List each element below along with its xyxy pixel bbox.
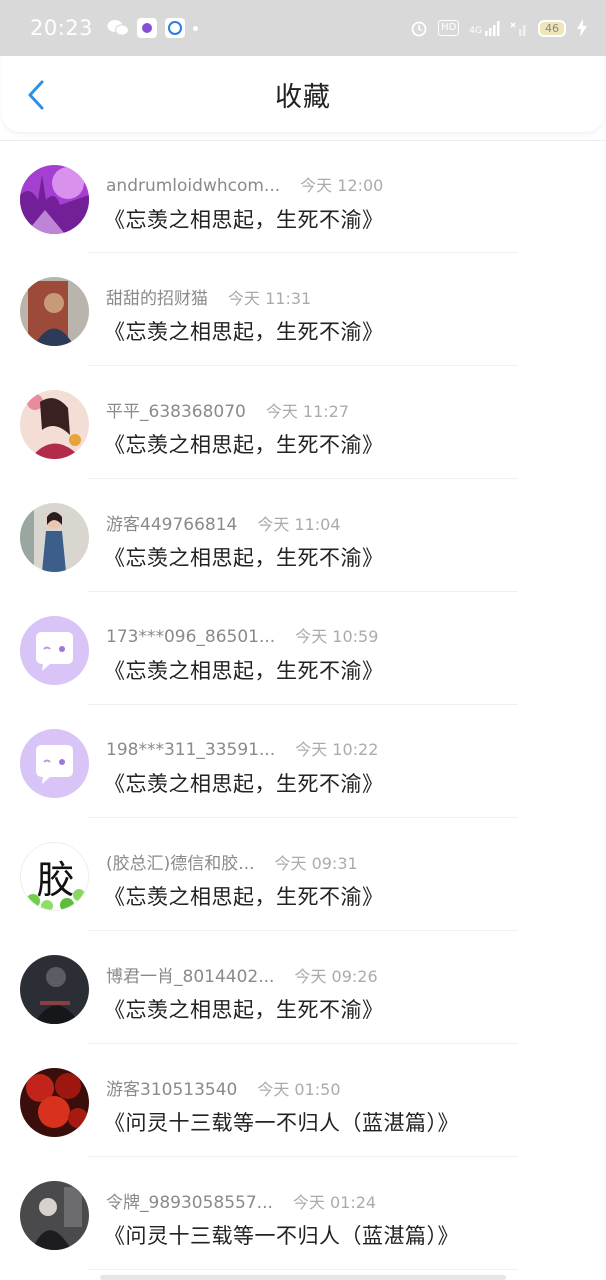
story-title[interactable]: 《问灵十三载等一不归人（蓝湛篇）》 [104,1220,459,1250]
list-item[interactable]: 198***311_33591... 今天 10:22 《忘羡之相思起，生死不渝》 [0,705,606,818]
username: 平平_638368070 [106,402,246,422]
app-notification-icon [137,18,158,38]
avatar-character: 胶 [36,858,75,902]
username: andrumloidwhcom... [106,176,281,196]
chevron-left-icon [28,80,44,110]
story-title[interactable]: 《忘羡之相思起，生死不渝》 [104,768,384,798]
story-title[interactable]: 《忘羡之相思起，生死不渝》 [104,204,384,234]
header: 收藏 [2,56,604,132]
notification-icons [107,18,199,38]
favorites-list: andrumloidwhcom... 今天 12:00 《忘羡之相思起，生死不渝》… [0,140,606,1270]
default-chat-bubble-avatar-icon [20,729,89,798]
timestamp: 今天 11:27 [265,402,350,421]
back-button[interactable] [22,78,50,112]
portrait-uniform-avatar-icon [20,277,89,346]
list-item[interactable]: 173***096_86501... 今天 10:59 《忘羡之相思起，生死不渝》 [0,592,606,705]
qipao-lady-avatar-icon [20,503,89,572]
network-indicator: 4G [469,20,500,36]
timestamp: 今天 10:59 [295,627,379,646]
list-item[interactable]: andrumloidwhcom... 今天 12:00 《忘羡之相思起，生死不渝》 [0,140,606,253]
avatar[interactable] [20,1181,89,1250]
username: 198***311_33591... [106,740,276,760]
timestamp: 今天 10:22 [295,740,379,759]
avatar[interactable] [20,503,89,572]
signal-icon [485,21,500,36]
story-title[interactable]: 《忘羡之相思起，生死不渝》 [104,881,384,911]
signal-2-icon [510,22,526,36]
timestamp: 今天 11:04 [257,515,341,534]
avatar[interactable] [20,277,89,346]
timestamp: 今天 09:31 [274,854,358,873]
avatar[interactable] [20,955,89,1024]
status-time: 20:23 [30,16,94,40]
list-item[interactable]: 甜甜的招财猫 今天 11:31 《忘羡之相思起，生死不渝》 [0,253,606,366]
avatar[interactable] [20,729,89,798]
username: 游客449766814 [106,515,238,535]
costume-girl-avatar-icon [20,390,89,459]
story-title[interactable]: 《问灵十三载等一不归人（蓝湛篇）》 [104,1107,459,1137]
wechat-icon [107,19,130,37]
list-item[interactable]: 平平_638368070 今天 11:27 《忘羡之相思起，生死不渝》 [0,366,606,479]
dark-figure-avatar-icon [20,955,89,1024]
home-indicator[interactable] [100,1275,506,1280]
story-title[interactable]: 《忘羡之相思起，生死不渝》 [104,994,384,1024]
username: 博君一肖_8014402... [106,967,275,987]
timestamp: 今天 01:50 [257,1080,341,1099]
timestamp: 今天 11:31 [228,289,312,308]
hd-badge: HD [438,20,460,36]
timestamp: 今天 09:26 [294,967,378,986]
browser-notification-icon [165,18,186,38]
default-chat-bubble-avatar-icon [20,616,89,685]
page-title: 收藏 [275,81,331,113]
timestamp: 今天 12:00 [300,176,384,195]
list-item[interactable]: 令牌_9893058557... 今天 01:24 《问灵十三载等一不归人（蓝湛篇… [0,1157,606,1270]
red-maple-avatar-icon [20,1068,89,1137]
avatar[interactable] [20,390,89,459]
purple-forest-avatar-icon [20,165,89,234]
username: 游客310513540 [106,1080,238,1100]
avatar[interactable]: 胶 [20,842,89,911]
timestamp: 今天 01:24 [292,1193,377,1212]
story-title[interactable]: 《忘羡之相思起，生死不渝》 [104,316,384,346]
dark-sitting-figure-avatar-icon [20,1181,89,1250]
username: 甜甜的招财猫 [106,289,208,309]
list-item[interactable]: 博君一肖_8014402... 今天 09:26 《忘羡之相思起，生死不渝》 [0,931,606,1044]
story-title[interactable]: 《忘羡之相思起，生死不渝》 [104,429,384,459]
more-notifications-dot-icon [193,25,199,31]
status-bar: 20:23 HD 4G 46 [0,0,606,56]
username: (胶总汇)德信和胶... [106,854,255,874]
avatar[interactable] [20,616,89,685]
list-item[interactable]: 游客449766814 今天 11:04 《忘羡之相思起，生死不渝》 [0,479,606,592]
username: 173***096_86501... [106,627,276,647]
list-item[interactable]: 游客310513540 今天 01:50 《问灵十三载等一不归人（蓝湛篇）》 [0,1044,606,1157]
battery-indicator: 46 [538,19,566,37]
alarm-icon [411,21,427,37]
story-title[interactable]: 《忘羡之相思起，生死不渝》 [104,542,384,572]
avatar[interactable] [20,1068,89,1137]
avatar[interactable] [20,165,89,234]
charging-icon [577,19,587,37]
list-item[interactable]: 胶 (胶总汇)德信和胶... 今天 09:31 《忘羡之相思起，生死不渝》 [0,818,606,931]
username: 令牌_9893058557... [106,1193,273,1213]
story-title[interactable]: 《忘羡之相思起，生死不渝》 [104,655,384,685]
